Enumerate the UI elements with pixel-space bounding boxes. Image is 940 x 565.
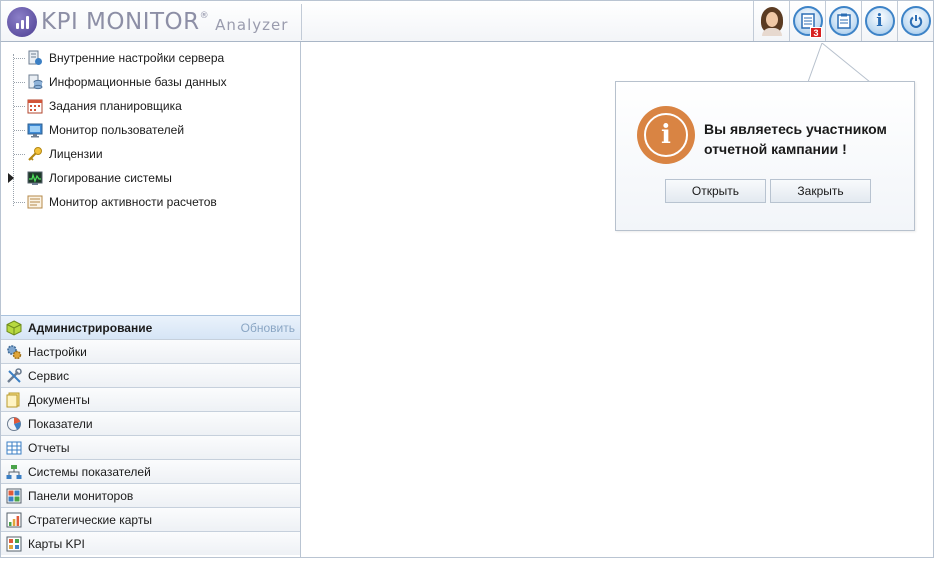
hierarchy-icon (6, 464, 22, 480)
monitor-icon (27, 122, 43, 138)
close-button[interactable]: Закрыть (770, 179, 871, 203)
tools-icon (6, 367, 22, 384)
tree-item-scheduler[interactable]: Задания планировщика (1, 94, 300, 118)
documents-icon (6, 392, 22, 408)
power-button[interactable] (897, 1, 933, 41)
logo-subtitle: Analyzer (215, 16, 289, 34)
acc-documents[interactable]: Документы (1, 387, 300, 411)
tree-label: Задания планировщика (49, 99, 182, 113)
acc-kpi-cards[interactable]: Карты KPI (1, 531, 300, 555)
acc-service[interactable]: Сервис (1, 363, 300, 387)
acc-label: Администрирование (28, 320, 153, 335)
acc-label: Показатели (28, 416, 93, 431)
reports-table-icon (6, 440, 22, 456)
acc-label: Панели мониторов (28, 488, 134, 503)
header-toolbar: 3 i (753, 1, 933, 41)
navigation-accordion: Администрирование Обновить Настройки Сер… (1, 315, 300, 555)
acc-administration[interactable]: Администрирование Обновить (1, 315, 300, 339)
popup-message: Вы являетесь участником отчетной кампани… (704, 121, 887, 157)
tree-item-databases[interactable]: Информационные базы данных (1, 70, 300, 94)
tasks-button[interactable]: 3 (789, 1, 825, 41)
top-header: KPI MONITOR® Analyzer 3 i (0, 0, 934, 42)
acc-label: Сервис (28, 368, 70, 383)
expand-arrow-icon[interactable] (8, 173, 14, 183)
tree-label: Монитор пользователей (49, 123, 185, 137)
tree-label: Информационные базы данных (49, 75, 227, 89)
tree-item-user-monitor[interactable]: Монитор пользователей (1, 118, 300, 142)
window-bottom-border (0, 557, 934, 558)
settings-gears-icon (6, 344, 22, 360)
acc-strategy-maps[interactable]: Стратегические карты (1, 507, 300, 531)
database-icon (27, 74, 43, 90)
acc-label: Документы (28, 392, 90, 407)
logo-text: KPI MONITOR® (41, 9, 210, 35)
admin-tree: Внутренние настройки сервера Информацион… (1, 46, 300, 214)
info-button[interactable]: i (861, 1, 897, 41)
acc-label: Настройки (28, 344, 87, 359)
log-icon (27, 170, 43, 186)
scheduler-icon (27, 98, 43, 114)
open-button[interactable]: Открыть (665, 179, 766, 203)
key-icon (27, 146, 43, 162)
info-icon: i (864, 6, 895, 36)
tree-item-system-logging[interactable]: Логирование системы (1, 166, 300, 190)
acc-settings[interactable]: Настройки (1, 339, 300, 363)
calc-activity-icon (27, 194, 43, 210)
acc-label: Карты KPI (28, 536, 85, 551)
admin-cube-icon (6, 319, 22, 336)
user-avatar-icon (759, 6, 785, 36)
server-settings-icon (27, 50, 43, 66)
info-large-icon: i (637, 106, 695, 164)
logo-bars-icon (7, 7, 37, 37)
app-logo: KPI MONITOR® Analyzer (4, 4, 302, 40)
user-avatar-button[interactable] (753, 1, 789, 41)
tree-label: Монитор активности расчетов (49, 195, 217, 209)
tree-label: Внутренние настройки сервера (49, 51, 225, 65)
popup-pointer (808, 43, 870, 83)
tree-item-licenses[interactable]: Лицензии (1, 142, 300, 166)
notification-popup: i Вы являетесь участником отчетной кампа… (615, 81, 915, 231)
acc-indicators[interactable]: Показатели (1, 411, 300, 435)
clipboard-button[interactable] (825, 1, 861, 41)
acc-reports[interactable]: Отчеты (1, 435, 300, 459)
acc-label: Стратегические карты (28, 512, 152, 527)
tree-item-calc-activity[interactable]: Монитор активности расчетов (1, 190, 300, 214)
strategy-map-icon (6, 512, 22, 528)
clipboard-icon (828, 6, 859, 36)
dashboard-icon (6, 488, 22, 504)
acc-dashboards[interactable]: Панели мониторов (1, 483, 300, 507)
refresh-link[interactable]: Обновить (241, 321, 295, 335)
acc-indicator-systems[interactable]: Системы показателей (1, 459, 300, 483)
tree-label: Лицензии (49, 147, 103, 161)
notification-badge: 3 (810, 27, 822, 38)
kpi-card-icon (6, 536, 22, 552)
indicators-icon (6, 416, 22, 432)
acc-label: Отчеты (28, 440, 70, 455)
acc-label: Системы показателей (28, 464, 151, 479)
tree-label: Логирование системы (49, 171, 172, 185)
tree-item-server-settings[interactable]: Внутренние настройки сервера (1, 46, 300, 70)
left-panel: Внутренние настройки сервера Информацион… (0, 42, 301, 558)
power-icon (900, 6, 931, 36)
